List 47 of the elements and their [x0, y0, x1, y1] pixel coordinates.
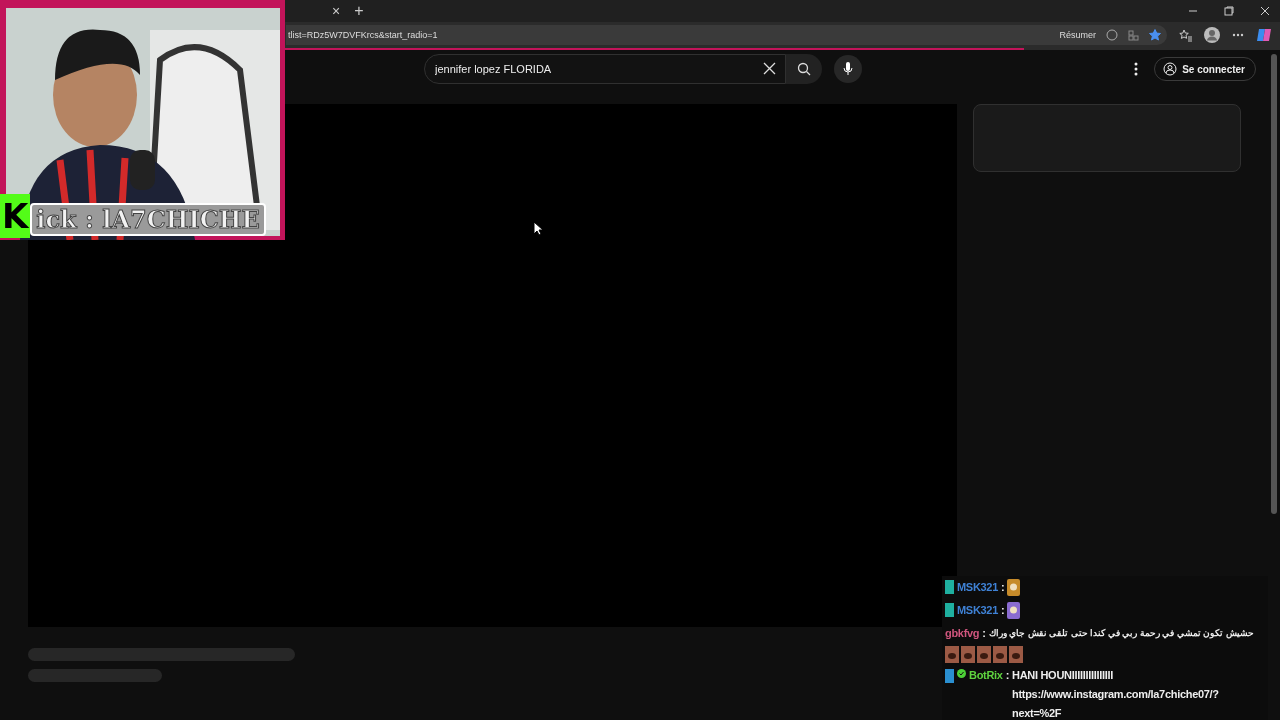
emote-icon — [993, 645, 1007, 663]
close-icon[interactable] — [1260, 6, 1270, 16]
more-icon[interactable] — [1134, 62, 1139, 76]
search-field[interactable]: jennifer lopez FLORIDA — [424, 54, 786, 84]
cursor-icon — [533, 221, 543, 236]
restore-icon[interactable] — [1224, 6, 1234, 16]
clear-icon[interactable] — [763, 62, 776, 75]
emote-icon — [961, 645, 975, 663]
chat-separator: : — [1001, 604, 1005, 617]
chat-username: MSK321 — [957, 581, 998, 594]
emote-icon — [1007, 601, 1021, 619]
chat-message: حشيش تكون تمشي في رحمة ربي في كندا حتى تلقى نقش جاي وراك — [988, 628, 1254, 639]
chat-username: BotRix — [969, 668, 1003, 684]
chat-separator: : — [982, 627, 986, 640]
more-icon[interactable] — [1232, 33, 1244, 37]
badge-icon — [945, 603, 954, 618]
kick-handle: ick : lA7CHICHE — [30, 203, 266, 236]
chat-username: MSK321 — [957, 604, 998, 617]
chat-separator: : — [1001, 581, 1005, 594]
chat-message: HANI HOUNIIIIIIIIIIIIIII https://www.instagram.com/la7chiche07/?next=%2F — [1012, 668, 1220, 720]
chat-separator: : — [1005, 668, 1010, 684]
microphone-icon — [843, 62, 853, 76]
microphone-button[interactable] — [834, 55, 862, 83]
profile-icon[interactable] — [1204, 27, 1220, 43]
video-player[interactable] — [28, 104, 957, 627]
address-bar[interactable]: tlist=RDz5W7DVFKrcs&start_radio=1 Résumer — [286, 25, 1167, 45]
close-tab-button[interactable]: × — [332, 3, 341, 19]
emote-icon — [977, 645, 991, 663]
person-icon — [1163, 62, 1178, 76]
verified-icon — [957, 669, 966, 679]
grid-icon[interactable] — [1128, 29, 1139, 41]
chat-username: gbkfvg — [945, 627, 980, 640]
star-icon[interactable] — [1149, 29, 1161, 41]
badge-icon — [945, 580, 954, 595]
search-icon — [797, 62, 811, 76]
scrollbar[interactable] — [1271, 54, 1277, 514]
badge-icon — [945, 669, 954, 684]
resume-button[interactable]: Résumer — [1059, 30, 1096, 40]
search-button[interactable] — [786, 54, 822, 84]
new-tab-button[interactable]: + — [354, 2, 364, 20]
emote-icon — [1007, 578, 1021, 596]
emote-icon — [1009, 645, 1023, 663]
emote-icon — [945, 645, 959, 663]
copilot-icon[interactable] — [1256, 27, 1272, 43]
extension-icon[interactable] — [1106, 29, 1118, 41]
favorites-icon[interactable] — [1179, 28, 1192, 42]
kick-logo: K — [0, 194, 31, 238]
